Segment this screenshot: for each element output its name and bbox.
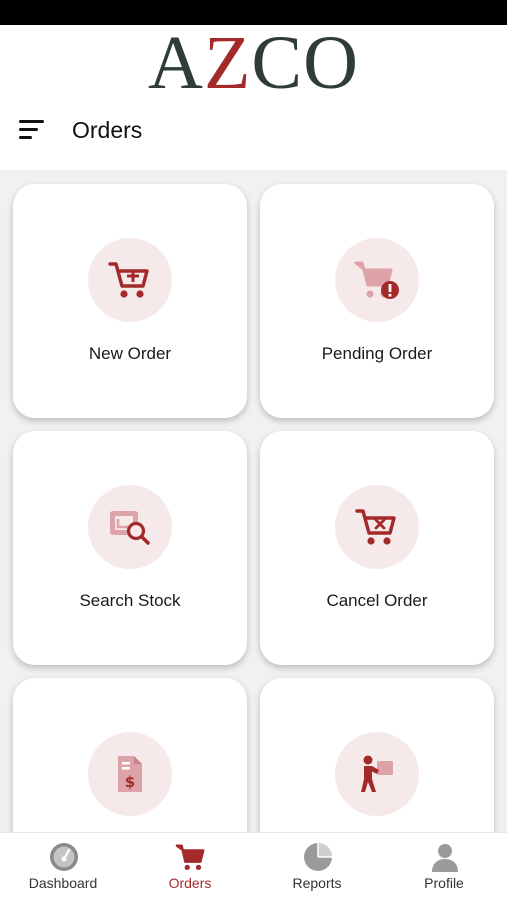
app-logo: A Z CO xyxy=(0,25,507,101)
logo-letter-z: Z xyxy=(203,20,252,105)
nav-label: Dashboard xyxy=(28,875,98,891)
bottom-navigation: Dashboard Orders Reports Profile xyxy=(0,832,507,900)
nav-label: Profile xyxy=(424,875,464,891)
nav-profile[interactable]: Profile xyxy=(381,833,507,900)
delivery-person-icon xyxy=(361,755,393,792)
person-icon xyxy=(432,844,458,872)
icon-circle: $ xyxy=(88,732,172,816)
nav-orders[interactable]: Orders xyxy=(127,833,253,900)
card-label: Pending Order xyxy=(321,344,433,363)
search-stock-icon xyxy=(110,511,150,545)
invoice-card[interactable]: $ xyxy=(13,678,247,832)
card-label: New Order xyxy=(88,344,172,363)
menu-icon xyxy=(19,120,44,139)
page-title: Orders xyxy=(72,117,143,143)
icon-circle xyxy=(335,485,419,569)
cart-plus-icon xyxy=(108,262,149,298)
icon-circle xyxy=(335,732,419,816)
gauge-icon xyxy=(50,843,78,871)
icon-circle xyxy=(88,485,172,569)
card-label: Cancel Order xyxy=(326,591,428,610)
logo-text: A Z CO xyxy=(148,25,359,101)
nav-label: Orders xyxy=(168,875,212,891)
pie-chart-icon xyxy=(304,843,332,871)
nav-icon xyxy=(175,841,207,873)
delivery-card[interactable] xyxy=(260,678,494,832)
cart-icon xyxy=(175,844,205,870)
new-order-card[interactable]: New Order xyxy=(13,184,247,418)
page-header: Orders xyxy=(0,100,507,170)
pending-order-card[interactable]: Pending Order xyxy=(260,184,494,418)
logo-letters-co: CO xyxy=(251,20,359,105)
svg-text:$: $ xyxy=(125,773,135,791)
card-label: Search Stock xyxy=(79,591,181,610)
nav-icon xyxy=(48,841,80,873)
icon-circle xyxy=(88,238,172,322)
nav-reports[interactable]: Reports xyxy=(254,833,380,900)
cart-cancel-icon xyxy=(355,509,396,545)
nav-icon xyxy=(429,841,461,873)
nav-dashboard[interactable]: Dashboard xyxy=(0,833,126,900)
cart-pending-icon xyxy=(354,261,399,299)
cancel-order-card[interactable]: Cancel Order xyxy=(260,431,494,665)
invoice-dollar-icon: $ xyxy=(118,756,142,792)
search-stock-card[interactable]: Search Stock xyxy=(13,431,247,665)
logo-letter-a: A xyxy=(148,20,204,105)
menu-button[interactable] xyxy=(10,110,54,150)
orders-grid: New Order Pending Order Search Stock Can… xyxy=(0,170,507,832)
icon-circle xyxy=(335,238,419,322)
nav-icon xyxy=(302,841,334,873)
nav-label: Reports xyxy=(292,875,342,891)
